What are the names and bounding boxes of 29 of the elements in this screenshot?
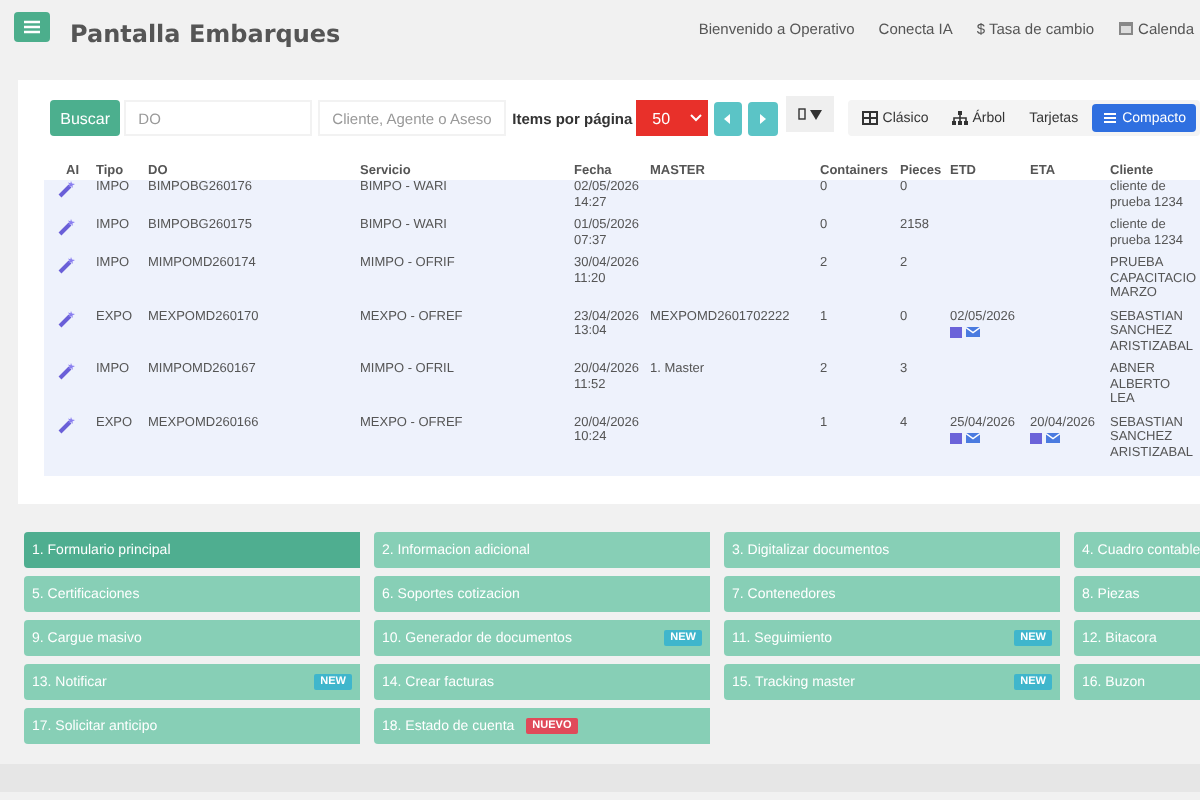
caret-icon: [689, 114, 702, 122]
caret-icon: [810, 109, 823, 119]
magic-wand-icon: [58, 218, 76, 236]
magic-wand-icon: [58, 362, 76, 380]
menu-button[interactable]: [14, 11, 50, 41]
calendar-icon: [1030, 432, 1042, 444]
magic-wand-icon: [58, 415, 76, 433]
right-arrow-icon: [760, 113, 767, 123]
calendar-icon: [950, 432, 962, 444]
page-title: Pantalla Embarques: [70, 20, 341, 48]
previous-page-button[interactable]: [713, 101, 743, 135]
menu-icon: [24, 19, 40, 33]
calendar-icon: [1118, 20, 1135, 36]
envelope-icon: [966, 326, 980, 338]
list-icon: [1102, 110, 1119, 126]
column-icon: [798, 108, 807, 120]
left-arrow-icon: [724, 113, 731, 123]
magic-wand-icon: [58, 180, 76, 198]
hierarchy-icon: [952, 110, 969, 126]
next-page-button[interactable]: [748, 101, 778, 135]
envelope-icon: [966, 432, 980, 444]
magic-wand-icon: [58, 256, 76, 274]
calendar-icon: [950, 326, 962, 338]
envelope-icon: [1046, 432, 1060, 444]
magic-wand-icon: [58, 309, 76, 327]
table-icon: [862, 110, 879, 126]
page-size-select[interactable]: 50: [636, 100, 708, 136]
column-dropdown-button[interactable]: [785, 96, 835, 132]
search-button[interactable]: Buscar: [50, 100, 121, 136]
